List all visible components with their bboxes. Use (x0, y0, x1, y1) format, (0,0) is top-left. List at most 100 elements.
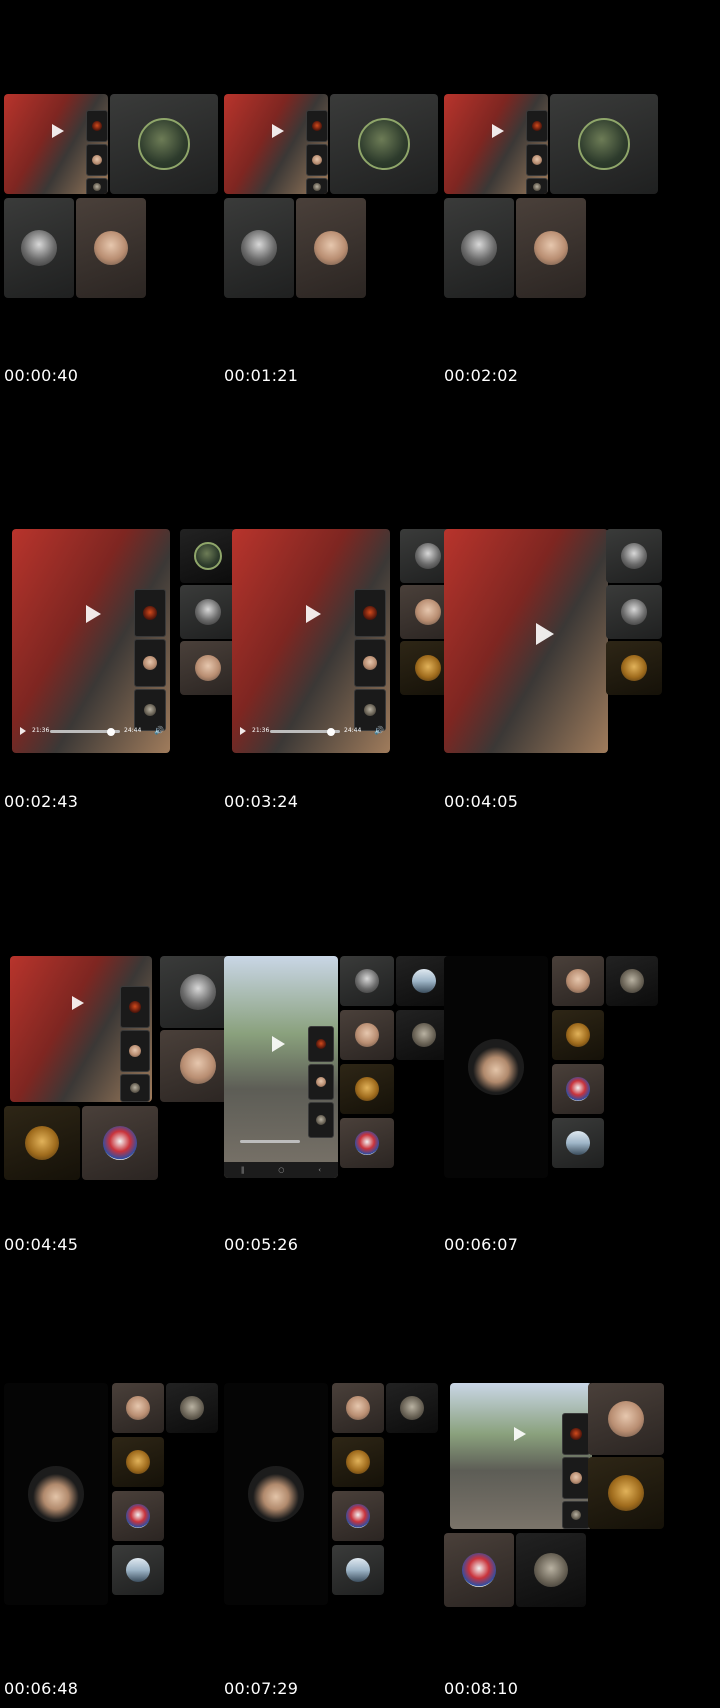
thumb-tile[interactable] (562, 1413, 590, 1455)
participant-tile[interactable] (444, 198, 514, 298)
thumb-tile[interactable] (526, 144, 548, 176)
thumb-tile[interactable] (562, 1457, 590, 1499)
participant-tile[interactable] (444, 1533, 514, 1607)
play-icon[interactable] (536, 623, 554, 645)
video-tile[interactable] (10, 956, 152, 1102)
frame-cell: 00:01:21 (220, 0, 456, 420)
participant-tile[interactable] (332, 1491, 384, 1541)
participant-tile[interactable] (550, 94, 658, 194)
participant-tile[interactable] (606, 641, 662, 695)
thumb-tile[interactable] (120, 1074, 150, 1102)
participant-tile[interactable] (340, 1064, 394, 1114)
thumb-tile[interactable] (306, 144, 328, 176)
participant-tile[interactable] (588, 1457, 664, 1529)
video-tile[interactable] (444, 529, 608, 753)
thumb-tile[interactable] (134, 589, 166, 637)
call-grid (440, 92, 676, 300)
thumb-tile[interactable] (354, 589, 386, 637)
participant-tile[interactable] (112, 1437, 164, 1487)
back-icon[interactable]: ‹ (318, 1166, 321, 1174)
participant-tile[interactable] (82, 1106, 158, 1180)
participant-tile[interactable] (606, 956, 658, 1006)
participant-tile[interactable] (296, 198, 366, 298)
thumb-tile[interactable] (306, 178, 328, 194)
video-tile[interactable] (4, 94, 108, 194)
participant-tile[interactable] (588, 1383, 664, 1455)
participant-tile[interactable] (112, 1545, 164, 1595)
participant-tile[interactable] (112, 1491, 164, 1541)
participant-tile[interactable] (606, 585, 662, 639)
video-tile[interactable] (224, 94, 328, 194)
participant-tile[interactable] (340, 1118, 394, 1168)
participant-tile[interactable] (224, 198, 294, 298)
participant-tile[interactable] (4, 1383, 108, 1605)
play-icon[interactable] (72, 996, 84, 1010)
thumb-tile[interactable] (308, 1102, 334, 1138)
avatar (346, 1504, 370, 1528)
participant-tile[interactable] (516, 1533, 586, 1607)
play-icon[interactable] (306, 605, 321, 623)
thumb-tile[interactable] (306, 110, 328, 142)
play-icon[interactable] (52, 124, 64, 138)
participant-tile[interactable] (332, 1383, 384, 1433)
thumb-tile[interactable] (354, 639, 386, 687)
thumb-tile[interactable] (308, 1026, 334, 1062)
thumb-tile[interactable] (120, 986, 150, 1028)
video-tile[interactable] (450, 1383, 592, 1529)
video-tile[interactable]: 21:36 24:44 🔊 (12, 529, 170, 753)
play-icon[interactable] (272, 1036, 285, 1052)
video-tile[interactable] (444, 94, 548, 194)
avatar (130, 1083, 140, 1093)
play-icon[interactable] (86, 605, 101, 623)
avatar (468, 1039, 524, 1095)
participant-tile[interactable] (340, 956, 394, 1006)
video-tile[interactable]: 21:36 24:44 🔊 (232, 529, 390, 753)
progress-knob[interactable] (326, 728, 335, 736)
thumb-tile[interactable] (526, 110, 548, 142)
thumb-tile[interactable] (120, 1030, 150, 1072)
participant-tile[interactable] (110, 94, 218, 194)
participant-tile[interactable] (112, 1383, 164, 1433)
participant-tile[interactable] (332, 1545, 384, 1595)
avatar (194, 542, 222, 570)
participant-tile[interactable] (606, 529, 662, 583)
participant-tile[interactable] (166, 1383, 218, 1433)
thumb-tile[interactable] (134, 689, 166, 731)
play-icon[interactable] (240, 727, 246, 735)
participant-tile[interactable] (4, 198, 74, 298)
volume-icon[interactable]: 🔊 (374, 726, 384, 735)
avatar (566, 1131, 590, 1155)
home-icon[interactable]: ○ (278, 1166, 284, 1174)
play-icon[interactable] (514, 1427, 526, 1441)
participant-tile[interactable] (552, 956, 604, 1006)
progress-bar[interactable] (240, 1140, 300, 1143)
play-icon[interactable] (20, 727, 26, 735)
participant-tile[interactable] (444, 956, 548, 1178)
participant-tile[interactable] (330, 94, 438, 194)
thumb-tile[interactable] (86, 110, 108, 142)
thumb-tile[interactable] (526, 178, 548, 194)
video-tile[interactable]: ‖ ○ ‹ (224, 956, 338, 1178)
participant-tile[interactable] (340, 1010, 394, 1060)
participant-tile[interactable] (4, 1106, 80, 1180)
participant-tile[interactable] (552, 1118, 604, 1168)
participant-tile[interactable] (552, 1064, 604, 1114)
timestamp: 00:06:07 (444, 1235, 519, 1254)
thumb-tile[interactable] (134, 639, 166, 687)
play-icon[interactable] (272, 124, 284, 138)
thumb-tile[interactable] (562, 1501, 590, 1529)
thumb-tile[interactable] (354, 689, 386, 731)
play-icon[interactable] (492, 124, 504, 138)
participant-tile[interactable] (552, 1010, 604, 1060)
participant-tile[interactable] (224, 1383, 328, 1605)
participant-tile[interactable] (76, 198, 146, 298)
participant-tile[interactable] (516, 198, 586, 298)
progress-knob[interactable] (106, 728, 115, 736)
volume-icon[interactable]: 🔊 (154, 726, 164, 735)
thumb-tile[interactable] (86, 178, 108, 194)
recents-icon[interactable]: ‖ (241, 1166, 245, 1174)
thumb-tile[interactable] (86, 144, 108, 176)
participant-tile[interactable] (386, 1383, 438, 1433)
thumb-tile[interactable] (308, 1064, 334, 1100)
participant-tile[interactable] (332, 1437, 384, 1487)
